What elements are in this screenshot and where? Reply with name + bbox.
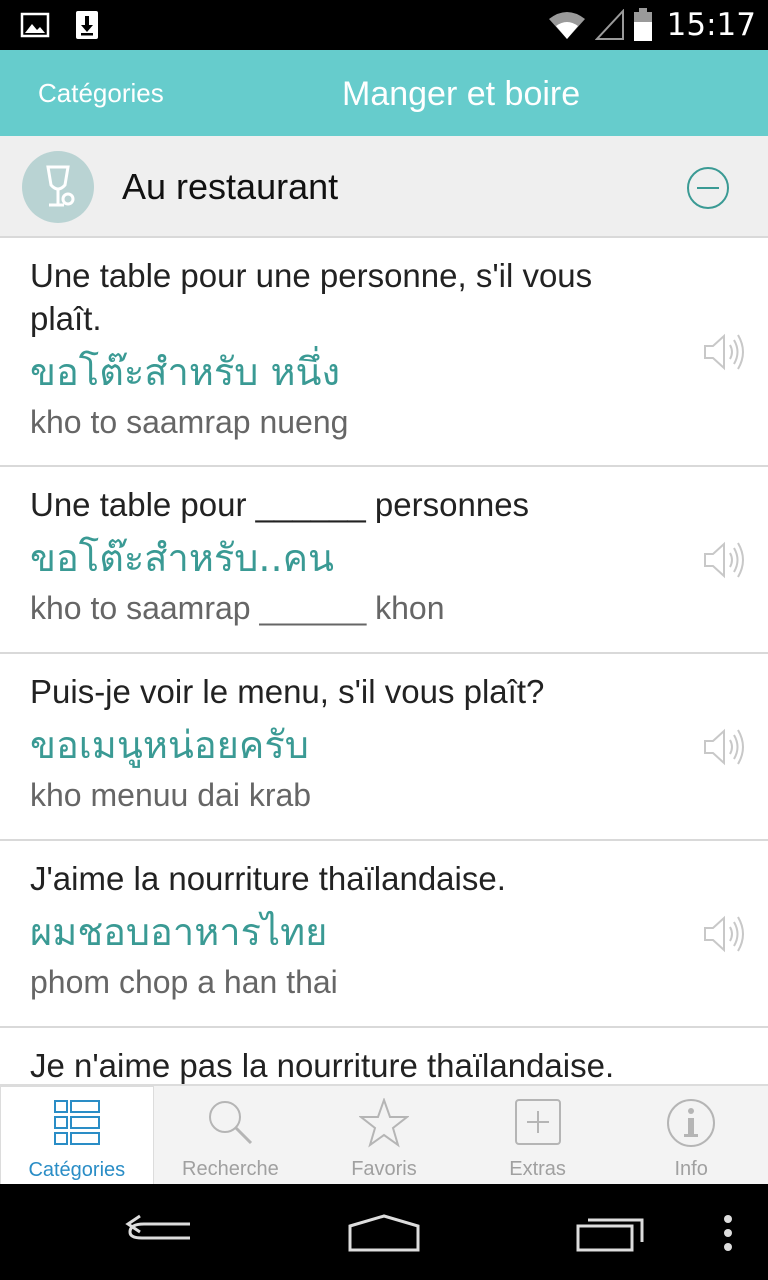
page-title: Manger et boire [342,75,581,113]
french-phrase: Une table pour ______ personnes [30,486,530,523]
speaker-icon[interactable] [702,914,746,954]
phrase-list[interactable]: Une table pour une personne, s'il vous p… [0,238,768,1084]
categories-back-button[interactable]: Catégories [38,50,164,136]
french-phrase: Puis-je voir le menu, s'il vous plaît? [30,673,545,710]
overflow-menu-icon[interactable] [722,1214,734,1252]
phrase-row[interactable]: Une table pour une personne, s'il vous p… [0,238,768,467]
bottom-tab-bar: Catégories Recherche Favoris Extras Info [0,1084,768,1184]
tab-search[interactable]: Recherche [154,1086,308,1184]
category-header[interactable]: Au restaurant [0,136,768,238]
speaker-icon[interactable] [702,727,746,767]
speaker-icon[interactable] [702,332,746,372]
image-notification-icon [20,12,50,38]
tab-label: Catégories [28,1159,126,1181]
transliteration: kho menuu dai krab [30,777,312,813]
info-icon [667,1099,716,1147]
transliteration: kho to saamrap nueng [30,404,349,440]
tab-label: Info [674,1158,708,1180]
phrase-row[interactable]: J'aime la nourriture thaïlandaise. ผมชอบ… [0,841,768,1028]
thai-phrase: ขอเมนูหน่อยครับ [30,723,309,767]
collapse-minus-icon[interactable] [686,166,730,210]
recent-apps-icon[interactable] [574,1214,646,1254]
phrase-row[interactable]: Puis-je voir le menu, s'il vous plaît? ข… [0,654,768,841]
system-nav-bar [0,1184,768,1280]
tab-categories[interactable]: Catégories [0,1086,154,1184]
star-icon [358,1098,409,1148]
french-phrase: J'aime la nourriture thaïlandaise. [30,860,506,897]
download-icon [76,11,98,39]
transliteration: phom chop a han thai [30,964,338,1000]
action-bar: Catégories Manger et boire [0,50,768,136]
tab-info[interactable]: Info [614,1086,768,1184]
signal-icon [594,9,624,40]
speaker-icon[interactable] [702,540,746,580]
tab-label: Recherche [182,1158,279,1180]
phrase-row[interactable]: Je n'aime pas la nourriture thaïlandaise… [0,1028,768,1084]
category-title: Au restaurant [122,166,339,207]
phrase-row[interactable]: Une table pour ______ personnes ขอโต๊ะสำ… [0,467,768,654]
thai-phrase: ผมชอบอาหารไทย [30,910,328,954]
clock: 15:17 [666,7,756,43]
back-icon[interactable] [124,1214,196,1252]
thai-phrase: ขอโต๊ะสำหรับ หนึ่ง [30,350,341,394]
thai-phrase: ขอโต๊ะสำหรับ..คน [30,536,334,580]
battery-icon [633,8,652,41]
tab-label: Favoris [351,1158,417,1180]
wine-glass-icon [22,151,94,223]
status-bar: 15:17 [0,0,768,50]
french-phrase: Je n'aime pas la nourriture thaïlandaise… [30,1047,615,1084]
french-phrase: Une table pour une personne, s'il vous p… [30,257,593,337]
plus-box-icon [514,1099,561,1145]
home-icon[interactable] [346,1214,422,1254]
search-icon [209,1101,253,1145]
tab-label: Extras [509,1158,566,1180]
tab-favorites[interactable]: Favoris [307,1086,461,1184]
transliteration: kho to saamrap ______ khon [30,590,445,626]
wifi-icon [548,12,585,39]
tab-extras[interactable]: Extras [461,1086,615,1184]
categories-list-icon [53,1100,100,1145]
